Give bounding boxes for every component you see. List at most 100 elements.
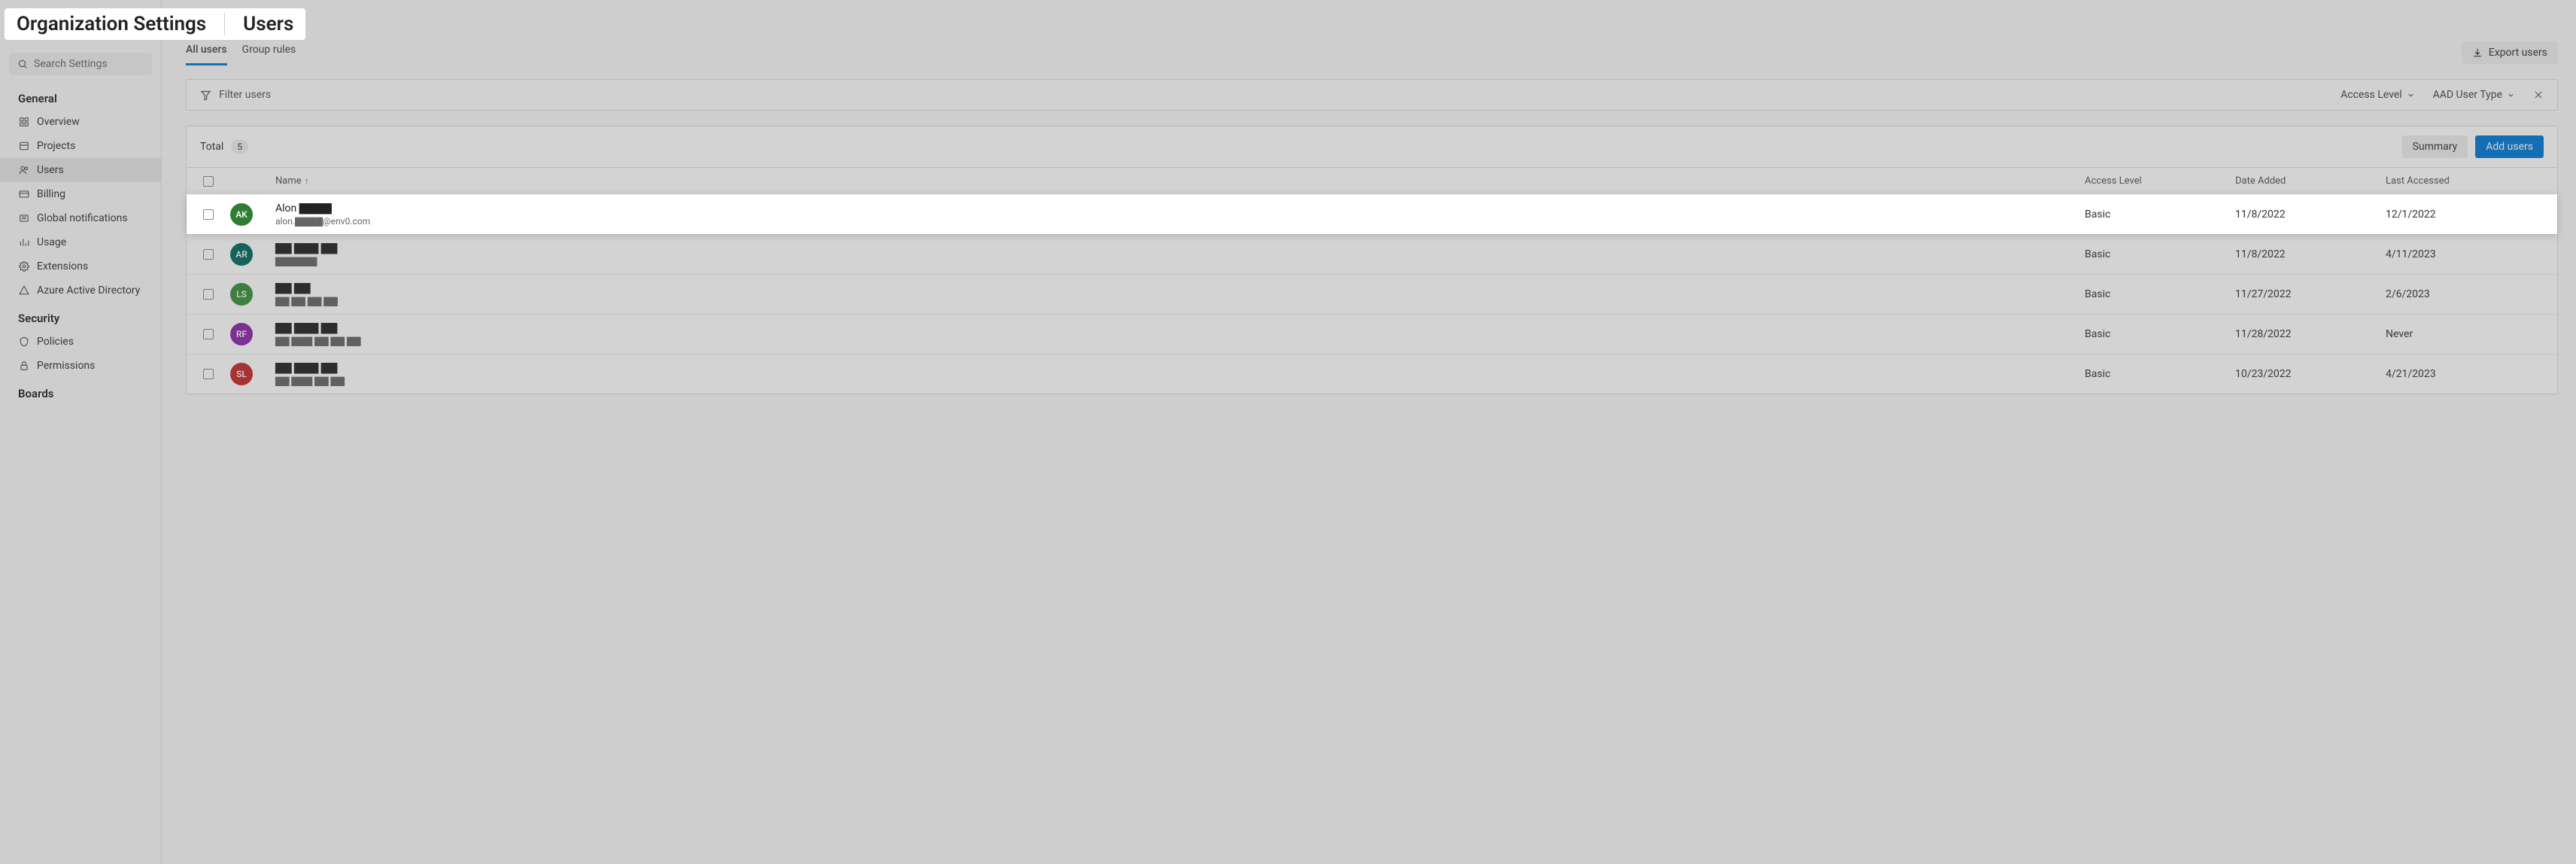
avatar: AK: [230, 203, 253, 226]
notifications-icon: [18, 213, 29, 224]
sidebar-item-label: Overview: [37, 116, 80, 128]
billing-icon: [18, 189, 29, 200]
permissions-icon: [18, 361, 29, 372]
users-icon: [18, 165, 29, 176]
filter-input[interactable]: Filter users: [219, 89, 271, 101]
name-cell: ▇▇ ▇▇▇ ▇▇ ▇▇ ▇▇▇ ▇▇ ▇▇ ▇▇: [275, 322, 2085, 346]
row-checkbox[interactable]: [203, 369, 214, 379]
search-placeholder: Search Settings: [34, 58, 108, 70]
filter-bar: Filter users Access Level AAD User Type: [186, 79, 2558, 111]
access-level: Basic: [2085, 288, 2235, 300]
chevron-down-icon: [2407, 91, 2415, 99]
date-added: 11/8/2022: [2235, 208, 2386, 221]
last-accessed: Never: [2386, 328, 2551, 340]
access-level: Basic: [2085, 328, 2235, 340]
row-checkbox[interactable]: [203, 249, 214, 260]
extensions-icon: [18, 261, 29, 272]
sidebar-item-label: Azure Active Directory: [37, 284, 140, 297]
col-date-added[interactable]: Date Added: [2235, 175, 2386, 187]
filter-access-level-dropdown[interactable]: Access Level: [2341, 89, 2415, 101]
col-last-accessed[interactable]: Last Accessed: [2386, 175, 2551, 187]
tabs: All users Group rules: [186, 39, 296, 65]
row-checkbox[interactable]: [203, 289, 214, 300]
sidebar-item-label: Usage: [37, 236, 66, 248]
sidebar-item-aad[interactable]: Azure Active Directory: [0, 278, 161, 303]
section-boards: Boards: [0, 378, 161, 405]
add-users-button[interactable]: Add users: [2475, 135, 2544, 158]
user-name: ▇▇ ▇▇▇ ▇▇: [275, 322, 2085, 334]
tab-group-rules[interactable]: Group rules: [242, 39, 296, 65]
last-accessed: 4/11/2023: [2386, 248, 2551, 260]
filter-aad-user-type-dropdown[interactable]: AAD User Type: [2433, 89, 2515, 101]
summary-bar: Total 5 Summary Add users: [186, 126, 2558, 167]
select-all-checkbox[interactable]: [203, 176, 214, 187]
user-name: Alon ▇▇▇▇: [275, 202, 2085, 214]
overview-icon: [18, 117, 29, 128]
row-checkbox[interactable]: [203, 209, 214, 220]
usage-icon: [18, 237, 29, 248]
col-access-level[interactable]: Access Level: [2085, 175, 2235, 187]
sidebar-item-overview[interactable]: Overview: [0, 110, 161, 134]
sidebar-item-usage[interactable]: Usage: [0, 230, 161, 254]
breadcrumb-page: Users: [243, 13, 293, 35]
last-accessed: 2/6/2023: [2386, 288, 2551, 300]
main-content: All users Group rules Export users Filte…: [162, 0, 2576, 864]
date-added: 11/27/2022: [2235, 288, 2386, 300]
total-label: Total: [200, 141, 223, 153]
avatar: RF: [230, 323, 253, 345]
sort-asc-icon: ↑: [305, 176, 309, 186]
avatar: SL: [230, 363, 253, 385]
chevron-down-icon: [2507, 91, 2515, 99]
sidebar-item-global-notifications[interactable]: Global notifications: [0, 206, 161, 230]
search-input[interactable]: Search Settings: [9, 53, 152, 75]
user-email: ▇▇ ▇▇▇ ▇▇ ▇▇ ▇▇: [275, 336, 2085, 346]
table-row[interactable]: AK Alon ▇▇▇▇ alon.▇▇▇▇@env0.com Basic 11…: [187, 194, 2557, 234]
sidebar-item-billing[interactable]: Billing: [0, 182, 161, 206]
section-general: General: [0, 83, 161, 110]
sidebar-item-permissions[interactable]: Permissions: [0, 354, 161, 378]
table-row[interactable]: AR ▇▇ ▇▇▇ ▇▇ ▇▇▇▇▇▇ Basic 11/8/2022 4/11…: [187, 234, 2557, 274]
last-accessed: 4/21/2023: [2386, 368, 2551, 380]
export-users-label: Export users: [2489, 47, 2547, 59]
sidebar-item-label: Policies: [37, 336, 74, 348]
projects-icon: [18, 141, 29, 152]
sidebar-item-users[interactable]: Users: [0, 158, 161, 182]
access-level: Basic: [2085, 208, 2235, 221]
tab-all-users[interactable]: All users: [186, 39, 227, 65]
total-count: 5: [231, 140, 248, 154]
sidebar-item-label: Global notifications: [37, 212, 128, 224]
sidebar-item-label: Users: [37, 164, 64, 176]
table-row[interactable]: SL ▇▇ ▇▇▇ ▇▇ ▇▇ ▇▇▇ ▇▇ ▇▇ Basic 10/23/20…: [187, 354, 2557, 394]
sidebar-item-label: Extensions: [37, 260, 88, 272]
date-added: 11/28/2022: [2235, 328, 2386, 340]
export-users-button[interactable]: Export users: [2462, 41, 2558, 64]
row-checkbox[interactable]: [203, 329, 214, 339]
avatar: LS: [230, 283, 253, 306]
user-email: ▇▇ ▇▇▇ ▇▇ ▇▇: [275, 376, 2085, 386]
last-accessed: 12/1/2022: [2386, 208, 2551, 221]
filter-aad-label: AAD User Type: [2433, 89, 2502, 101]
table-row[interactable]: RF ▇▇ ▇▇▇ ▇▇ ▇▇ ▇▇▇ ▇▇ ▇▇ ▇▇ Basic 11/28…: [187, 314, 2557, 354]
user-email: ▇▇ ▇▇ ▇▇ ▇▇: [275, 296, 2085, 306]
sidebar-item-projects[interactable]: Projects: [0, 134, 161, 158]
col-name[interactable]: Name↑: [275, 175, 2085, 187]
clear-filters-button[interactable]: [2533, 90, 2544, 100]
user-name: ▇▇ ▇▇▇ ▇▇: [275, 242, 2085, 254]
sidebar-item-label: Permissions: [37, 360, 95, 372]
user-email: alon.▇▇▇▇@env0.com: [275, 216, 2085, 227]
breadcrumb: Organization Settings Users: [5, 8, 305, 40]
sidebar-item-policies[interactable]: Policies: [0, 330, 161, 354]
name-cell: ▇▇ ▇▇ ▇▇ ▇▇ ▇▇ ▇▇: [275, 282, 2085, 306]
sidebar-item-extensions[interactable]: Extensions: [0, 254, 161, 278]
sidebar-item-label: Projects: [37, 140, 75, 152]
search-icon: [17, 59, 28, 70]
summary-button[interactable]: Summary: [2402, 135, 2468, 158]
aad-icon: [18, 285, 29, 297]
user-table: Name↑ Access Level Date Added Last Acces…: [186, 167, 2558, 394]
user-name: ▇▇ ▇▇▇ ▇▇: [275, 362, 2085, 374]
filter-access-level-label: Access Level: [2341, 89, 2402, 101]
table-row[interactable]: LS ▇▇ ▇▇ ▇▇ ▇▇ ▇▇ ▇▇ Basic 11/27/2022 2/…: [187, 274, 2557, 314]
breadcrumb-separator: [224, 13, 225, 35]
name-cell: ▇▇ ▇▇▇ ▇▇ ▇▇ ▇▇▇ ▇▇ ▇▇: [275, 362, 2085, 386]
access-level: Basic: [2085, 368, 2235, 380]
